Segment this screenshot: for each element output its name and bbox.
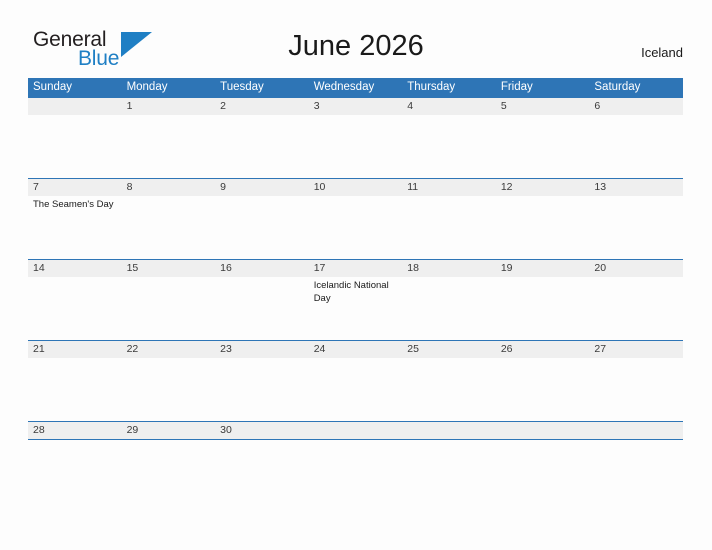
day-cell[interactable] xyxy=(309,358,403,421)
day-cell[interactable] xyxy=(402,115,496,178)
day-of-week-friday: Friday xyxy=(500,81,533,93)
page-title: June 2026 xyxy=(288,30,424,62)
week-date-band: 28 29 30 xyxy=(28,421,683,439)
day-cell[interactable] xyxy=(309,115,403,178)
day-of-week-header: Sunday Monday Tuesday Wednesday Thursday… xyxy=(28,78,683,97)
day-cell[interactable] xyxy=(28,115,122,178)
date-number[interactable]: 2 xyxy=(215,98,309,115)
date-number[interactable]: 3 xyxy=(309,98,403,115)
calendar-page: General Blue June 2026 Iceland Sunday Mo… xyxy=(0,0,712,550)
day-cell[interactable] xyxy=(589,115,683,178)
day-cell[interactable] xyxy=(28,277,122,340)
page-header: General Blue June 2026 Iceland xyxy=(0,0,712,76)
week-event-band xyxy=(28,115,683,178)
day-of-week-saturday: Saturday xyxy=(594,81,641,93)
event-label: The Seamen's Day xyxy=(33,199,114,210)
week-date-band: 1 2 3 4 5 6 xyxy=(28,97,683,115)
day-cell[interactable] xyxy=(496,196,590,259)
date-number[interactable]: 18 xyxy=(402,260,496,277)
day-cell[interactable] xyxy=(309,196,403,259)
week-event-band xyxy=(28,358,683,421)
day-cell[interactable] xyxy=(402,277,496,340)
day-cell[interactable] xyxy=(215,196,309,259)
date-number[interactable] xyxy=(309,422,403,439)
day-of-week-wednesday: Wednesday xyxy=(313,81,375,93)
day-cell[interactable] xyxy=(122,196,216,259)
date-number[interactable]: 21 xyxy=(28,341,122,358)
day-cell[interactable] xyxy=(589,277,683,340)
day-cell[interactable] xyxy=(496,115,590,178)
event-label: Icelandic National Day xyxy=(313,280,389,304)
date-number[interactable]: 20 xyxy=(589,260,683,277)
date-number[interactable]: 9 xyxy=(215,179,309,196)
day-cell[interactable] xyxy=(215,358,309,421)
calendar-grid: Sunday Monday Tuesday Wednesday Thursday… xyxy=(28,78,683,440)
date-number[interactable]: 5 xyxy=(496,98,590,115)
date-number[interactable]: 10 xyxy=(309,179,403,196)
calendar-week-row: 28 29 30 xyxy=(28,421,683,439)
week-date-band: 7 8 9 10 11 12 13 xyxy=(28,178,683,196)
day-of-week-monday: Monday xyxy=(126,81,168,93)
date-number[interactable]: 4 xyxy=(402,98,496,115)
date-number[interactable] xyxy=(589,422,683,439)
date-number[interactable]: 26 xyxy=(496,341,590,358)
date-number[interactable]: 8 xyxy=(122,179,216,196)
day-cell[interactable] xyxy=(589,358,683,421)
date-number[interactable]: 1 xyxy=(122,98,216,115)
date-number[interactable]: 17 xyxy=(309,260,403,277)
day-of-week-thursday: Thursday xyxy=(407,81,456,93)
date-number[interactable]: 29 xyxy=(122,422,216,439)
day-cell[interactable] xyxy=(496,358,590,421)
date-number[interactable]: 19 xyxy=(496,260,590,277)
date-number[interactable]: 25 xyxy=(402,341,496,358)
day-cell[interactable] xyxy=(122,115,216,178)
date-number[interactable]: 11 xyxy=(402,179,496,196)
calendar-bottom-border xyxy=(28,439,683,440)
calendar-week-row: 7 8 9 10 11 12 13 The Seamen's Day xyxy=(28,178,683,259)
date-number[interactable]: 22 xyxy=(122,341,216,358)
day-of-week-tuesday: Tuesday xyxy=(220,81,264,93)
week-date-band: 14 15 16 17 18 19 20 xyxy=(28,259,683,277)
week-event-band: The Seamen's Day xyxy=(28,196,683,259)
date-number[interactable]: 14 xyxy=(28,260,122,277)
day-of-week-sunday: Sunday xyxy=(33,81,73,93)
date-number[interactable]: 30 xyxy=(215,422,309,439)
day-cell[interactable] xyxy=(402,358,496,421)
day-cell[interactable] xyxy=(402,196,496,259)
date-number[interactable] xyxy=(496,422,590,439)
calendar-week-row: 1 2 3 4 5 6 xyxy=(28,97,683,178)
date-number[interactable]: 23 xyxy=(215,341,309,358)
day-cell[interactable]: Icelandic National Day xyxy=(309,277,403,340)
calendar-week-row: 21 22 23 24 25 26 27 xyxy=(28,340,683,421)
calendar-location: Iceland xyxy=(641,45,683,60)
date-number[interactable]: 27 xyxy=(589,341,683,358)
date-number[interactable]: 28 xyxy=(28,422,122,439)
date-number[interactable]: 7 xyxy=(28,179,122,196)
day-cell[interactable] xyxy=(122,358,216,421)
date-number[interactable] xyxy=(28,98,122,115)
day-cell[interactable]: The Seamen's Day xyxy=(28,196,122,259)
week-event-band: Icelandic National Day xyxy=(28,277,683,340)
date-number[interactable]: 24 xyxy=(309,341,403,358)
calendar-week-row: 14 15 16 17 18 19 20 Icelandic National … xyxy=(28,259,683,340)
day-cell[interactable] xyxy=(215,115,309,178)
date-number[interactable]: 16 xyxy=(215,260,309,277)
day-cell[interactable] xyxy=(215,277,309,340)
day-cell[interactable] xyxy=(122,277,216,340)
date-number[interactable]: 12 xyxy=(496,179,590,196)
date-number[interactable]: 6 xyxy=(589,98,683,115)
week-date-band: 21 22 23 24 25 26 27 xyxy=(28,340,683,358)
date-number[interactable]: 13 xyxy=(589,179,683,196)
day-cell[interactable] xyxy=(589,196,683,259)
date-number[interactable]: 15 xyxy=(122,260,216,277)
date-number[interactable] xyxy=(402,422,496,439)
day-cell[interactable] xyxy=(496,277,590,340)
day-cell[interactable] xyxy=(28,358,122,421)
